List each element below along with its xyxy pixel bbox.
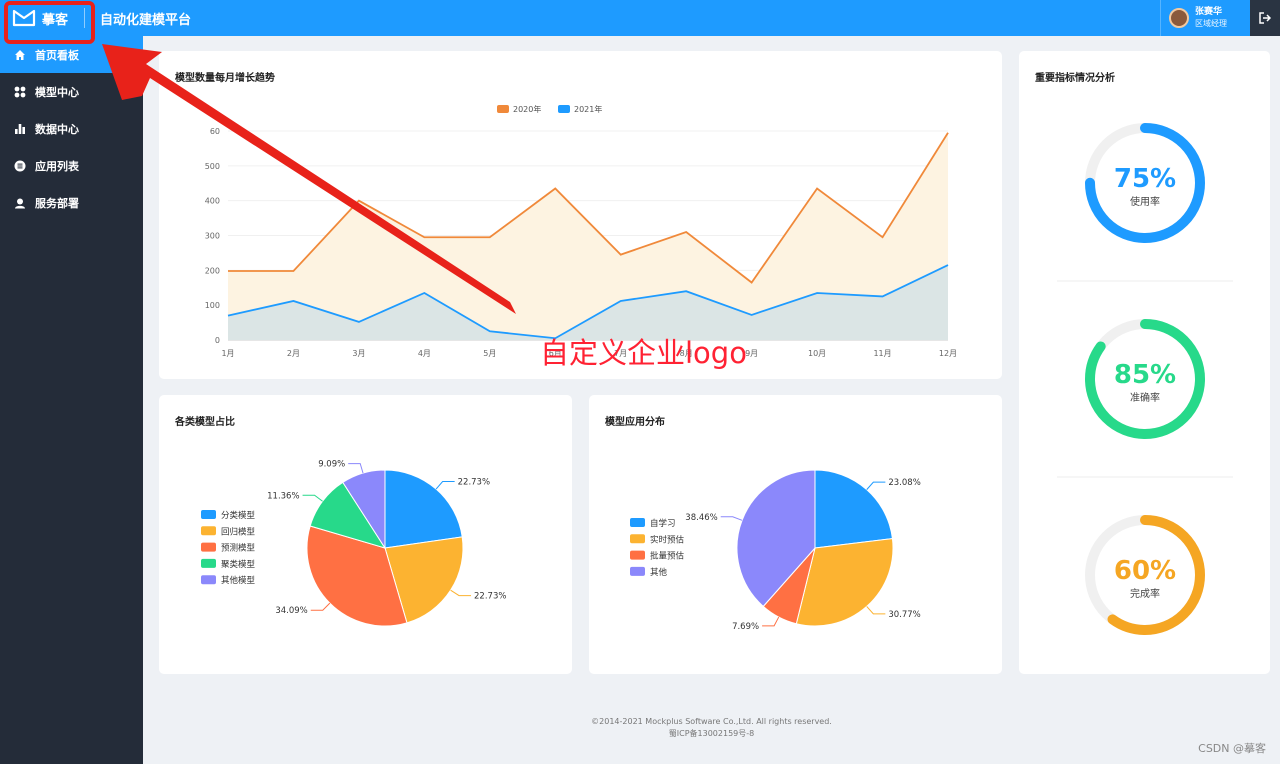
x-tick-label: 11月 (873, 349, 891, 358)
data-label: 11.36% (267, 491, 299, 501)
legend-label: 其他 (650, 567, 668, 578)
pie-chart-apps: 23.08% 30.77% 7.69% 38.46% 自学习实时预估批量预估其他 (630, 469, 921, 632)
sidebar-item-label: 应用列表 (35, 159, 79, 173)
y-tick-label: 200 (205, 266, 220, 275)
copyright-text: ©2014-2021 Mockplus Software Co.,Ltd. Al… (591, 717, 832, 726)
legend-label: 自学习 (650, 518, 676, 529)
x-tick-label: 4月 (418, 349, 431, 358)
x-tick-label: 10月 (808, 349, 826, 358)
sidebar-item-label: 首页看板 (35, 48, 79, 62)
data-label: 9.09% (318, 460, 345, 470)
sidebar-item-label: 数据中心 (35, 122, 79, 136)
x-tick-label: 12月 (939, 349, 957, 358)
gauge-value: 85% (1114, 360, 1176, 390)
top-header: 摹客 自动化建模平台 张赛华 区域经理 (0, 0, 1280, 36)
bar-chart-icon (15, 123, 25, 134)
y-tick-label: 300 (205, 232, 220, 241)
pie-chart-models: 22.73% 22.73% 34.09% 11.36% 9.09% 分类模型回归模型预测模… (201, 460, 506, 627)
x-tick-label: 1月 (221, 349, 234, 358)
legend-swatch (630, 566, 645, 576)
legend-label: 其他模型 (221, 575, 256, 586)
y-tick-label: 400 (205, 197, 220, 206)
logo-highlight-box (4, 1, 95, 44)
user-role: 区域经理 (1195, 19, 1227, 28)
x-tick-label: 3月 (352, 349, 365, 358)
x-tick-label: 2月 (287, 349, 300, 358)
legend-swatch (558, 105, 570, 113)
annotation-text: 自定义企业logo (540, 336, 747, 370)
leader-line (866, 606, 886, 615)
data-label: 30.77% (888, 610, 920, 620)
legend-label: 聚类模型 (221, 559, 256, 570)
list-circle-icon (14, 160, 26, 171)
avatar (1169, 8, 1189, 28)
leader-line (762, 616, 780, 627)
sidebar-item-data[interactable]: 数据中心 (0, 110, 143, 147)
legend-swatch (201, 510, 216, 519)
data-label: 22.73% (458, 477, 490, 487)
leader-line (310, 602, 331, 611)
y-tick-label: 500 (205, 162, 220, 171)
gauge-label: 完成率 (1130, 587, 1160, 600)
legend-swatch (630, 550, 645, 560)
y-tick-label: 60 (210, 127, 220, 136)
y-tick-label: 0 (215, 336, 220, 345)
leader-line (302, 494, 323, 502)
app-title: 自动化建模平台 (100, 13, 192, 28)
leader-line (866, 481, 886, 490)
x-tick-label: 5月 (483, 349, 496, 358)
sidebar: 首页看板 模型中心 数据中心 应用列表 服务部署 (0, 36, 143, 764)
leader-line (450, 589, 472, 597)
legend-label: 预测模型 (221, 543, 256, 554)
legend-label: 回归模型 (221, 526, 256, 537)
pie-chart-card-apps: 模型应用分布 23.08% 30.77% 7.69% 38.46% 自学习 实时预估 批量预… (589, 395, 1002, 674)
legend-swatch (201, 575, 216, 585)
legend-swatch (201, 542, 216, 552)
sidebar-item-deploy[interactable]: 服务部署 (0, 184, 143, 221)
gauge-value: 75% (1114, 164, 1176, 194)
footer: ©2014-2021 Mockplus Software Co.,Ltd. Al… (143, 716, 1280, 740)
legend-swatch (630, 518, 645, 527)
legend-swatch (201, 526, 216, 536)
gauge-label: 准确率 (1130, 391, 1160, 404)
sidebar-item-models[interactable]: 模型中心 (0, 73, 143, 110)
sidebar-item-apps[interactable]: 应用列表 (0, 147, 143, 184)
y-tick-label: 100 (205, 301, 220, 310)
kpi-gauges: 75%使用率 85%准确率 60%完成率 (1057, 123, 1233, 635)
leader-line (435, 480, 455, 490)
legend-label: 分类模型 (221, 510, 256, 521)
gauge-label: 使用率 (1130, 195, 1160, 208)
data-label: 7.69% (732, 622, 759, 632)
legend-label: 实时预估 (650, 534, 685, 545)
user-name: 张赛华 (1195, 7, 1223, 17)
leader-line (348, 463, 364, 474)
user-menu[interactable]: 张赛华 区域经理 (1160, 0, 1250, 36)
legend-label: 2020年 (513, 104, 541, 114)
sidebar-item-label: 服务部署 (35, 196, 79, 210)
leader-line (720, 516, 743, 521)
gauge-value: 60% (1114, 556, 1176, 586)
data-label: 23.08% (888, 478, 920, 488)
watermark: CSDN @摹客 (1198, 742, 1266, 755)
legend-swatch (630, 534, 645, 544)
legend-swatch (201, 558, 216, 568)
data-label: 34.09% (275, 606, 307, 616)
legend-label: 2021年 (574, 104, 602, 114)
x-tick-label: 9月 (745, 349, 758, 358)
home-icon (15, 49, 25, 60)
grid-icon (14, 86, 26, 97)
kpi-card: 重要指标情况分析 75% 使用率 85% 准确率 60% 完成率 (1019, 51, 1270, 674)
logout-button[interactable] (1250, 0, 1280, 36)
data-label: 38.46% (685, 513, 717, 523)
user-service-icon (15, 198, 25, 208)
icp-link[interactable]: 蜀ICP备13002159号-8 (143, 728, 1280, 740)
pie-chart-card-models: 各类模型占比 22.73% 22.73% 34.09% 11.36% 9.09% 分类模型… (159, 395, 572, 674)
data-label: 22.73% (474, 592, 506, 602)
sidebar-item-label: 模型中心 (35, 85, 79, 99)
legend-swatch (497, 105, 509, 113)
logout-icon (1259, 12, 1272, 24)
legend-label: 批量预估 (650, 551, 685, 562)
